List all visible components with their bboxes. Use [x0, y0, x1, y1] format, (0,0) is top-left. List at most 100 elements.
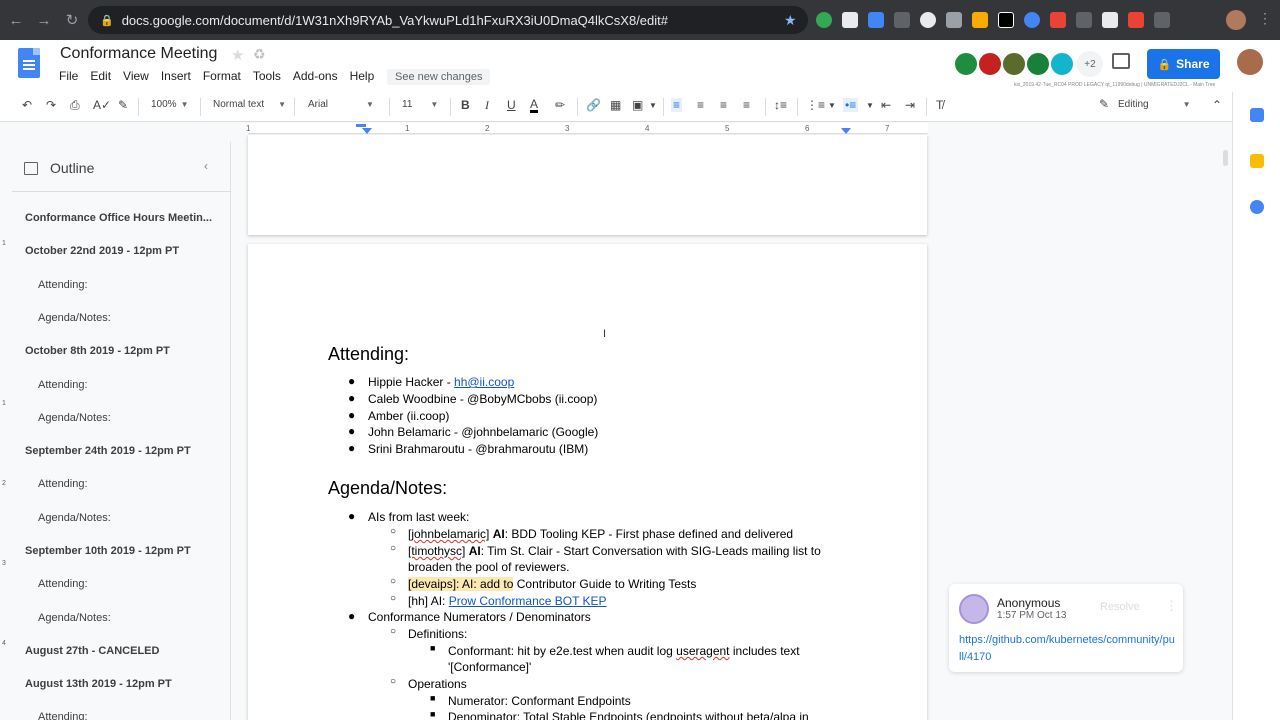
outline-item[interactable]: Agenda/Notes: [38, 412, 111, 424]
attendee-line[interactable]: Caleb Woodbine - @BobyMCbobs (ii.coop) [368, 392, 597, 406]
comment-history-icon[interactable] [1112, 53, 1130, 69]
caret-down-icon[interactable]: ▼ [866, 101, 874, 110]
outline-item[interactable]: September 10th 2019 - 12pm PT [25, 545, 191, 557]
url-text[interactable]: docs.google.com/document/d/1W31nXh9RYAb_… [122, 13, 668, 28]
font-select[interactable]: Arial ▼ [308, 99, 374, 110]
caret-down-icon[interactable]: ▼ [828, 101, 836, 110]
back-icon[interactable]: ← [4, 8, 28, 32]
menu-insert[interactable]: Insert [161, 69, 191, 83]
collaborator-avatar[interactable] [953, 51, 979, 77]
numerators-title[interactable]: Conformance Numerators / Denominators [368, 610, 591, 624]
action-item[interactable]: [johnbelamaric] AI: BDD Tooling KEP - Fi… [408, 527, 793, 541]
attendee-line[interactable]: John Belamaric - @johnbelamaric (Google) [368, 425, 598, 439]
extension-icon[interactable] [1076, 12, 1092, 28]
bookmark-star-icon[interactable]: ★ [784, 12, 797, 29]
outline-item[interactable]: Attending: [38, 578, 88, 590]
definitions-label[interactable]: Definitions: [408, 627, 467, 641]
kep-link[interactable]: Prow Conformance BOT KEP [449, 594, 607, 608]
redo-icon[interactable]: ↷ [46, 98, 56, 112]
increase-indent-icon[interactable]: ⇥ [905, 98, 915, 112]
extension-icon[interactable] [894, 12, 910, 28]
collaborator-avatar[interactable] [1049, 51, 1075, 77]
doc-title[interactable]: Conformance Meeting [60, 45, 217, 63]
chrome-menu-icon[interactable]: ⋮ [1258, 10, 1272, 27]
action-item[interactable]: [devaips]: AI: add to Contributor Guide … [408, 577, 696, 591]
chrome-profile-avatar[interactable] [1226, 10, 1246, 30]
undo-icon[interactable]: ↶ [22, 98, 32, 112]
extension-icon[interactable] [1050, 12, 1066, 28]
menu-format[interactable]: Format [203, 69, 241, 83]
see-new-changes-button[interactable]: See new changes [387, 69, 491, 85]
menu-tools[interactable]: Tools [253, 69, 281, 83]
paint-format-icon[interactable]: ✎ [118, 98, 128, 112]
extension-icon[interactable] [1128, 12, 1144, 28]
calendar-icon[interactable] [1250, 108, 1264, 122]
extension-icon[interactable] [946, 12, 962, 28]
outline-item[interactable]: August 13th 2019 - 12pm PT [25, 678, 172, 690]
caret-down-icon[interactable]: ▼ [649, 101, 657, 110]
outline-item[interactable]: October 8th 2019 - 12pm PT [25, 345, 170, 357]
collapse-toolbar-icon[interactable]: ⌃ [1212, 98, 1222, 112]
font-size-select[interactable]: 11 ▼ [402, 99, 438, 110]
move-to-drive-icon[interactable]: ♻ [253, 46, 266, 63]
star-icon[interactable]: ★ [231, 46, 244, 64]
comment-link[interactable]: https://github.com/kubernetes/community/… [959, 632, 1175, 666]
outline-item[interactable]: Agenda/Notes: [38, 612, 111, 624]
forward-icon[interactable]: → [32, 8, 56, 32]
align-justify-icon[interactable]: ≡ [743, 98, 750, 112]
denominator-item[interactable]: Denominator: Total Stable Endpoints (end… [448, 710, 809, 720]
right-indent-marker[interactable] [841, 128, 851, 134]
extension-icon[interactable] [920, 12, 936, 28]
tasks-icon[interactable] [1250, 200, 1264, 214]
italic-icon[interactable]: I [485, 98, 489, 113]
zoom-select[interactable]: 100% ▼ [151, 99, 189, 110]
align-center-icon[interactable]: ≡ [697, 98, 704, 112]
extension-icon[interactable] [1024, 12, 1040, 28]
extension-icon[interactable] [972, 12, 988, 28]
action-item[interactable]: [timothysc] AI: Tim St. Clair - Start Co… [408, 544, 821, 558]
outline-item[interactable]: Attending: [38, 279, 88, 291]
extension-icon[interactable] [998, 12, 1014, 28]
docs-logo-icon[interactable] [18, 48, 40, 78]
definition-continuation[interactable]: '[Conformance]' [448, 660, 531, 674]
add-comment-icon[interactable]: ▦ [610, 98, 621, 112]
share-button[interactable]: 🔒 Share [1147, 49, 1220, 79]
scrollbar-thumb[interactable] [1223, 150, 1228, 166]
resolve-button[interactable]: Resolve [1100, 601, 1140, 613]
ais-title[interactable]: AIs from last week: [368, 510, 469, 524]
keep-icon[interactable] [1250, 154, 1264, 168]
print-icon[interactable]: ⎙ [70, 98, 80, 113]
action-item-continuation[interactable]: broaden the pool of reviewers. [408, 560, 569, 574]
bold-icon[interactable]: B [461, 98, 470, 112]
outline-item[interactable]: Agenda/Notes: [38, 512, 111, 524]
numerator-item[interactable]: Numerator: Conformant Endpoints [448, 694, 631, 708]
extension-icon[interactable] [1102, 12, 1118, 28]
attendee-email-link[interactable]: hh@ii.coop [454, 375, 514, 389]
outline-item[interactable]: August 27th - CANCELED [25, 645, 159, 657]
underline-icon[interactable]: U [507, 98, 516, 112]
outline-item[interactable]: Conformance Office Hours Meetin... [25, 212, 212, 224]
comment-card[interactable]: Anonymous 1:57 PM Oct 13 Resolve ⋮ https… [949, 584, 1183, 672]
text-color-icon[interactable]: A [530, 98, 539, 113]
close-outline-icon[interactable]: ‹ [204, 159, 208, 173]
attendee-line[interactable]: Amber (ii.coop) [368, 409, 449, 423]
account-avatar[interactable] [1237, 49, 1263, 75]
more-collaborators-badge[interactable]: +2 [1077, 51, 1103, 77]
numbered-list-icon[interactable]: ⋮≡ [806, 98, 825, 112]
definition-item[interactable]: Conformant: hit by e2e.test when audit l… [448, 644, 800, 658]
outline-item[interactable]: September 24th 2019 - 12pm PT [25, 445, 191, 457]
left-indent-marker[interactable] [362, 128, 372, 134]
menu-help[interactable]: Help [350, 69, 375, 83]
spellcheck-icon[interactable]: A✓ [93, 98, 111, 112]
collaborator-avatar[interactable] [1001, 51, 1027, 77]
decrease-indent-icon[interactable]: ⇤ [881, 98, 891, 112]
collaborator-avatar[interactable] [977, 51, 1003, 77]
line-spacing-icon[interactable]: ↕≡ [774, 98, 787, 112]
attending-heading[interactable]: Attending: [328, 344, 409, 365]
action-item[interactable]: [hh] AI: Prow Conformance BOT KEP [408, 594, 607, 608]
more-options-icon[interactable]: ⋮ [1165, 598, 1178, 614]
insert-image-icon[interactable]: ▣ [632, 98, 643, 112]
outline-item[interactable]: Agenda/Notes: [38, 312, 111, 324]
collaborator-avatar[interactable] [1025, 51, 1051, 77]
extension-icon[interactable] [842, 12, 858, 28]
